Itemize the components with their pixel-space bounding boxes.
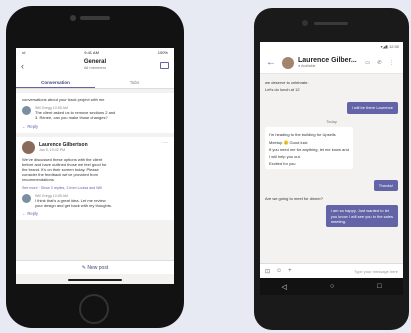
home-indicator	[68, 279, 122, 281]
outgoing-message: I am so happy. Just wanted to let you kn…	[325, 205, 398, 228]
date-divider: Today	[326, 119, 337, 125]
reply-text: your design and get back with my thought…	[35, 202, 112, 208]
outgoing-message: Thanks!	[373, 180, 398, 192]
presence-status: ● Available	[298, 64, 316, 68]
reply-item: Will Gregg 10:55 AM I think that's a gre…	[22, 193, 168, 208]
back-chevron-icon[interactable]: ‹	[21, 61, 24, 71]
reply-button[interactable]: ← Reply	[22, 124, 168, 129]
tab-conversation[interactable]: Conversation	[16, 78, 95, 88]
front-camera	[302, 20, 308, 26]
iphone-screen: •ıl 9:41 AM 100% ‹ General All members C…	[16, 48, 174, 284]
chat-header: ← Laurence Gilber... ● Available ▭ ✆ ⋮	[260, 52, 403, 74]
incoming-message: I'm heading to the building for Upsells …	[265, 127, 353, 170]
incoming-message: Are we going to meet for dinner?	[265, 196, 324, 202]
back-arrow-icon[interactable]: ←	[266, 57, 276, 68]
home-button[interactable]	[79, 294, 109, 324]
new-post-button[interactable]: ✎ New post	[16, 260, 174, 274]
avatar	[22, 193, 31, 203]
compose-bar: ⊡ ☺ + Type your message here	[260, 263, 403, 278]
message-line: Meetup 🙂 Good luck	[269, 139, 308, 145]
message-line: meeting.	[330, 218, 347, 224]
post-text: recommendations.	[22, 177, 55, 183]
battery-indicator: 100%	[157, 50, 168, 55]
new-conversation-icon[interactable]	[160, 62, 169, 69]
post-header: Laurence Gilbertson Jan 5, 10:42 PM	[22, 140, 168, 154]
android-screen: ▾◢▮ 12:30 ← Laurence Gilber... ● Availab…	[260, 42, 403, 295]
channel-tabs: Conversation Tabs	[16, 78, 174, 89]
post-text: conversations about your track project w…	[22, 97, 105, 102]
nav-home-icon[interactable]: ○	[330, 283, 334, 290]
nav-back-icon[interactable]: ◁	[282, 283, 287, 291]
message-line: Excited for you	[269, 161, 296, 167]
message-line: I'm heading to the building for Upsells	[269, 132, 336, 138]
outgoing-row: Thanks!	[265, 174, 398, 192]
channel-header: ‹ General All members	[16, 57, 174, 78]
status-time: 9:41 AM	[84, 50, 99, 55]
add-icon[interactable]: +	[288, 268, 292, 274]
incoming-message: we deserve to celebrate.	[265, 80, 309, 85]
ios-status-bar: •ıl 9:41 AM 100%	[16, 48, 174, 57]
reply-button[interactable]: ← Reply	[22, 211, 168, 216]
front-camera	[70, 15, 76, 21]
reply-item: Will Gregg 10:55 AM The client asked us …	[22, 106, 168, 120]
call-actions-icon[interactable]: ▭ ✆ ⋮	[365, 60, 397, 66]
post-card: ··· Laurence Gilbertson Jan 5, 10:42 PM …	[16, 136, 174, 221]
android-nav-bar: ◁ ○ □	[260, 278, 403, 295]
chat-thread: we deserve to celebrate. Let's do lunch …	[260, 74, 403, 232]
android-status-bar: ▾◢▮ 12:30	[260, 42, 403, 52]
avatar	[22, 106, 31, 116]
channel-subtitle: All members	[83, 65, 107, 70]
message-input[interactable]: Type your message here	[354, 269, 398, 274]
outgoing-message: I will be there Laurence	[346, 102, 398, 114]
emoji-icon[interactable]: ☺	[276, 268, 282, 274]
nav-recents-icon[interactable]: □	[377, 283, 381, 290]
chat-contact-name: Laurence Gilber...	[298, 57, 357, 64]
earpiece-speaker	[314, 22, 348, 25]
android-device: ▾◢▮ 12:30 ← Laurence Gilber... ● Availab…	[254, 8, 409, 330]
see-more-link[interactable]: See more · Show 3 replies, 2 from Louisa…	[22, 186, 168, 190]
earpiece-speaker	[80, 16, 110, 20]
more-options-icon[interactable]: ···	[162, 140, 168, 146]
avatar	[22, 140, 35, 154]
message-line: If you need me for anything, let me know…	[269, 146, 349, 152]
post-card: conversations about your track project w…	[16, 93, 174, 133]
reply-text: 3. Renee, can you make those changes?	[35, 115, 108, 121]
iphone-device: •ıl 9:41 AM 100% ‹ General All members C…	[6, 6, 184, 328]
avatar	[282, 56, 294, 69]
outgoing-row: I will be there Laurence	[265, 96, 398, 114]
outgoing-row: I am so happy. Just wanted to let you kn…	[265, 205, 398, 228]
attach-image-icon[interactable]: ⊡	[265, 268, 270, 275]
post-time: Jan 5, 10:42 PM	[39, 148, 66, 153]
signal-indicator: •ıl	[22, 50, 26, 55]
incoming-message: Let's do lunch at 12	[265, 87, 300, 93]
tab-tabs[interactable]: Tabs	[95, 78, 174, 88]
message-line: I will help you out.	[269, 154, 301, 160]
